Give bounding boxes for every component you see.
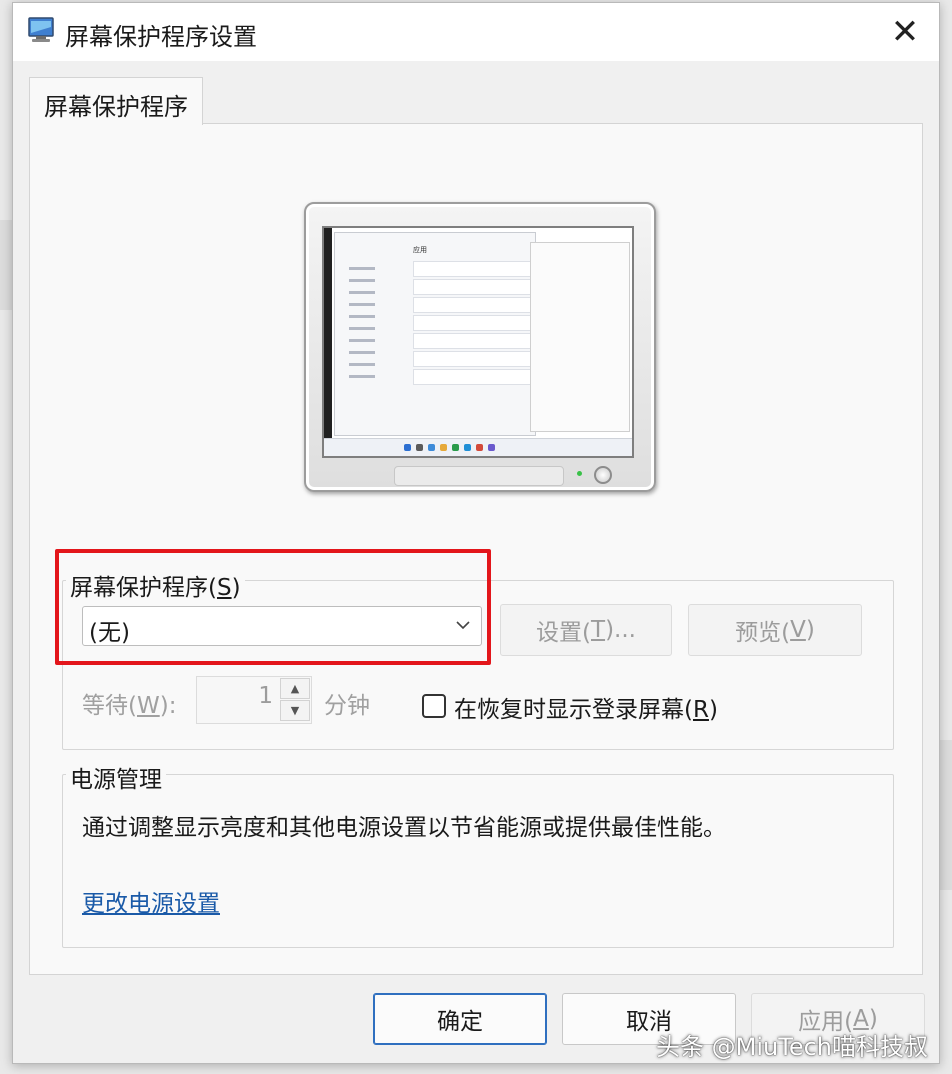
triangle-up-icon: ▲ bbox=[290, 682, 300, 695]
preview-list-row bbox=[413, 369, 537, 385]
power-description: 通过调整显示亮度和其他电源设置以节省能源或提供最佳性能。 bbox=[82, 815, 726, 841]
preview-list-row bbox=[413, 261, 537, 277]
stepper-up-button[interactable]: ▲ bbox=[280, 678, 310, 699]
background-strip bbox=[940, 740, 952, 890]
wait-minutes-stepper[interactable]: 1 ▲ ▼ bbox=[196, 676, 312, 724]
preview-taskbar-icon bbox=[416, 444, 423, 451]
preview-sidebar-item bbox=[349, 327, 375, 330]
preview-list-row bbox=[413, 315, 537, 331]
highlight-frame bbox=[55, 549, 491, 665]
power-management-group bbox=[62, 774, 894, 948]
title-bar: 屏幕保护程序设置 ✕ bbox=[13, 3, 939, 61]
preview-desktop-bar bbox=[324, 228, 332, 440]
stepper-down-button[interactable]: ▼ bbox=[280, 700, 310, 721]
preview-sidebar-item bbox=[349, 267, 375, 270]
preview-taskbar-icon bbox=[452, 444, 459, 451]
preview-sidebar-item bbox=[349, 279, 375, 282]
close-icon: ✕ bbox=[890, 12, 920, 52]
screensaver-preview-button[interactable]: 预览(V) bbox=[688, 604, 862, 656]
monitor-preview: 应用 bbox=[304, 202, 656, 492]
screensaver-settings-dialog: 屏幕保护程序设置 ✕ 屏幕保护程序 应用 屏幕保护程序(S) (无) 设置(T… bbox=[12, 2, 940, 1064]
preview-screen: 应用 bbox=[322, 226, 634, 458]
watermark: 头条 @MiuTech喵科技叔 bbox=[656, 1033, 928, 1061]
wait-minutes-value: 1 bbox=[258, 683, 273, 709]
monitor-settings-icon bbox=[27, 15, 55, 45]
monitor-base bbox=[394, 466, 564, 486]
preview-second-window bbox=[530, 242, 630, 432]
preview-sidebar-item bbox=[349, 363, 375, 366]
power-led-icon bbox=[577, 471, 582, 476]
preview-taskbar bbox=[324, 438, 632, 456]
screensaver-settings-button[interactable]: 设置(T)... bbox=[500, 604, 672, 656]
resume-login-checkbox-label[interactable]: 在恢复时显示登录屏幕(R) bbox=[454, 690, 718, 724]
preview-settings-window: 应用 bbox=[334, 232, 537, 436]
preview-sidebar-item bbox=[349, 351, 375, 354]
preview-sidebar-item bbox=[349, 303, 375, 306]
resume-login-checkbox[interactable] bbox=[422, 694, 446, 718]
wait-unit-label: 分钟 bbox=[324, 693, 370, 719]
preview-taskbar-icon bbox=[404, 444, 411, 451]
triangle-down-icon: ▼ bbox=[290, 704, 300, 717]
preview-taskbar-icon bbox=[476, 444, 483, 451]
preview-taskbar-icon bbox=[488, 444, 495, 451]
preview-sidebar-item bbox=[349, 315, 375, 318]
background-strip bbox=[0, 220, 12, 310]
preview-list-row bbox=[413, 351, 537, 367]
ok-button[interactable]: 确定 bbox=[373, 993, 547, 1045]
preview-taskbar-icon bbox=[428, 444, 435, 451]
tab-screensaver[interactable]: 屏幕保护程序 bbox=[29, 77, 203, 125]
preview-list-row bbox=[413, 297, 537, 313]
power-button-icon bbox=[594, 466, 612, 484]
window-title: 屏幕保护程序设置 bbox=[65, 23, 257, 51]
change-power-settings-link[interactable]: 更改电源设置 bbox=[82, 884, 220, 918]
preview-sidebar-item bbox=[349, 339, 375, 342]
wait-label: 等待(W): bbox=[82, 693, 177, 719]
preview-list-row bbox=[413, 333, 537, 349]
power-management-group-label: 电源管理 bbox=[66, 760, 166, 794]
preview-taskbar-icon bbox=[440, 444, 447, 451]
preview-page-heading: 应用 bbox=[413, 246, 427, 254]
preview-sidebar-item bbox=[349, 291, 375, 294]
close-button[interactable]: ✕ bbox=[879, 9, 931, 55]
preview-taskbar-icon bbox=[464, 444, 471, 451]
stepper-buttons: ▲ ▼ bbox=[280, 678, 310, 722]
preview-sidebar-item bbox=[349, 375, 375, 378]
preview-list-row bbox=[413, 279, 537, 295]
